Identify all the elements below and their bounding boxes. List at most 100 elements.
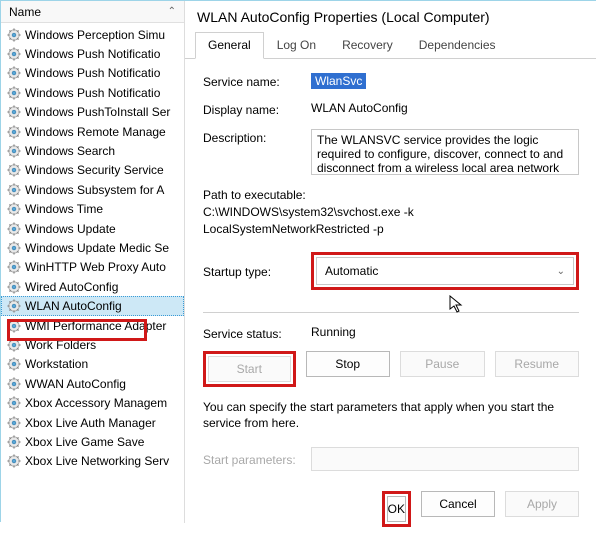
start-params-hint: You can specify the start parameters tha… [203, 399, 579, 431]
list-item[interactable]: Windows Remote Manage [1, 122, 184, 141]
startup-type-value: Automatic [325, 264, 378, 278]
gear-icon [7, 183, 21, 197]
tab-log-on[interactable]: Log On [264, 32, 329, 59]
resume-button[interactable]: Resume [495, 351, 580, 377]
cancel-button[interactable]: Cancel [421, 491, 495, 517]
service-name-value: WlanSvc [311, 73, 366, 89]
service-name: Xbox Accessory Managem [25, 396, 167, 410]
start-params-label: Start parameters: [203, 451, 311, 467]
gear-icon [7, 241, 21, 255]
service-name: Wired AutoConfig [25, 280, 118, 294]
gear-icon [7, 163, 21, 177]
service-status-value: Running [311, 325, 356, 341]
gear-icon [7, 396, 21, 410]
list-item[interactable]: Xbox Live Auth Manager [1, 413, 184, 432]
dialog-body: Service name: WlanSvc Display name: WLAN… [185, 59, 596, 483]
gear-icon [7, 435, 21, 449]
service-name: Xbox Live Game Save [25, 435, 144, 449]
gear-icon [7, 299, 21, 313]
tab-strip: General Log On Recovery Dependencies [185, 31, 596, 59]
service-name: WWAN AutoConfig [25, 377, 126, 391]
start-params-input [311, 447, 579, 471]
service-name: Workstation [25, 357, 88, 371]
stop-button[interactable]: Stop [306, 351, 391, 377]
list-item[interactable]: Windows Push Notificatio [1, 44, 184, 63]
service-name-label: Service name: [203, 73, 311, 89]
list-item[interactable]: Windows Perception Simu [1, 25, 184, 44]
service-name: Windows Security Service [25, 163, 164, 177]
tab-recovery[interactable]: Recovery [329, 32, 406, 59]
list-item[interactable]: Windows Push Notificatio [1, 83, 184, 102]
chevron-down-icon: ⌄ [557, 266, 565, 277]
divider [203, 312, 579, 313]
gear-icon [7, 377, 21, 391]
dialog-title: WLAN AutoConfig Properties (Local Comput… [185, 1, 596, 31]
list-item[interactable]: Xbox Accessory Managem [1, 393, 184, 412]
service-name: Windows Update Medic Se [25, 241, 169, 255]
gear-icon [7, 28, 21, 42]
services-list-pane: Name ⌃ Windows Perception Simu Windows P… [1, 1, 185, 523]
list-item[interactable]: Work Folders [1, 335, 184, 354]
gear-icon [7, 144, 21, 158]
apply-button[interactable]: Apply [505, 491, 579, 517]
service-name: Windows Perception Simu [25, 28, 165, 42]
service-name: Work Folders [25, 338, 96, 352]
list-item[interactable]: Windows Time [1, 200, 184, 219]
list-item[interactable]: Windows Update Medic Se [1, 238, 184, 257]
ok-button[interactable]: OK [387, 496, 406, 522]
list-item[interactable]: WinHTTP Web Proxy Auto [1, 258, 184, 277]
gear-icon [7, 105, 21, 119]
startup-type-label: Startup type: [203, 263, 311, 279]
tab-dependencies[interactable]: Dependencies [406, 32, 509, 59]
service-name: Windows Push Notificatio [25, 86, 160, 100]
start-button[interactable]: Start [208, 356, 291, 382]
list-item[interactable]: Xbox Live Networking Serv [1, 452, 184, 471]
service-name: Xbox Live Auth Manager [25, 416, 156, 430]
list-item[interactable]: Windows PushToInstall Ser [1, 103, 184, 122]
list-item[interactable]: Workstation [1, 355, 184, 374]
list-item[interactable]: WWAN AutoConfig [1, 374, 184, 393]
service-name: WinHTTP Web Proxy Auto [25, 260, 166, 274]
list-item[interactable]: WMI Performance Adapter [1, 316, 184, 335]
list-item[interactable]: Xbox Live Game Save [1, 432, 184, 451]
gear-icon [7, 319, 21, 333]
service-name: Windows Push Notificatio [25, 66, 160, 80]
list-item[interactable]: WLAN AutoConfig [1, 296, 184, 315]
gear-icon [7, 454, 21, 468]
gear-icon [7, 47, 21, 61]
service-status-label: Service status: [203, 325, 311, 341]
sort-caret-icon: ⌃ [168, 6, 176, 17]
tab-general[interactable]: General [195, 32, 264, 59]
service-name: Windows Search [25, 144, 115, 158]
display-name-label: Display name: [203, 101, 311, 117]
dialog-footer: OK Cancel Apply [185, 483, 596, 541]
list-item[interactable]: Wired AutoConfig [1, 277, 184, 296]
highlight-start-button: Start [203, 351, 296, 387]
service-name: Windows PushToInstall Ser [25, 105, 170, 119]
gear-icon [7, 338, 21, 352]
pause-button[interactable]: Pause [400, 351, 485, 377]
list-item[interactable]: Windows Security Service [1, 161, 184, 180]
services-list: Windows Perception Simu Windows Push Not… [1, 23, 184, 471]
highlight-startup-type: Automatic ⌄ [311, 252, 579, 290]
list-item[interactable]: Windows Search [1, 141, 184, 160]
display-name-value: WLAN AutoConfig [311, 101, 579, 115]
gear-icon [7, 125, 21, 139]
path-value: C:\WINDOWS\system32\svchost.exe -k Local… [203, 204, 579, 238]
column-header-name[interactable]: Name ⌃ [1, 1, 184, 23]
service-name: Windows Time [25, 202, 103, 216]
gear-icon [7, 222, 21, 236]
service-name: Windows Subsystem for A [25, 183, 164, 197]
description-text: The WLANSVC service provides the logic r… [311, 129, 579, 175]
list-item[interactable]: Windows Subsystem for A [1, 180, 184, 199]
list-item[interactable]: Windows Push Notificatio [1, 64, 184, 83]
gear-icon [7, 202, 21, 216]
properties-dialog: WLAN AutoConfig Properties (Local Comput… [185, 1, 596, 523]
service-name: Windows Remote Manage [25, 125, 166, 139]
gear-icon [7, 86, 21, 100]
description-label: Description: [203, 129, 311, 145]
startup-type-combo[interactable]: Automatic ⌄ [316, 257, 574, 285]
service-name: WMI Performance Adapter [25, 319, 166, 333]
service-name: Windows Push Notificatio [25, 47, 160, 61]
list-item[interactable]: Windows Update [1, 219, 184, 238]
